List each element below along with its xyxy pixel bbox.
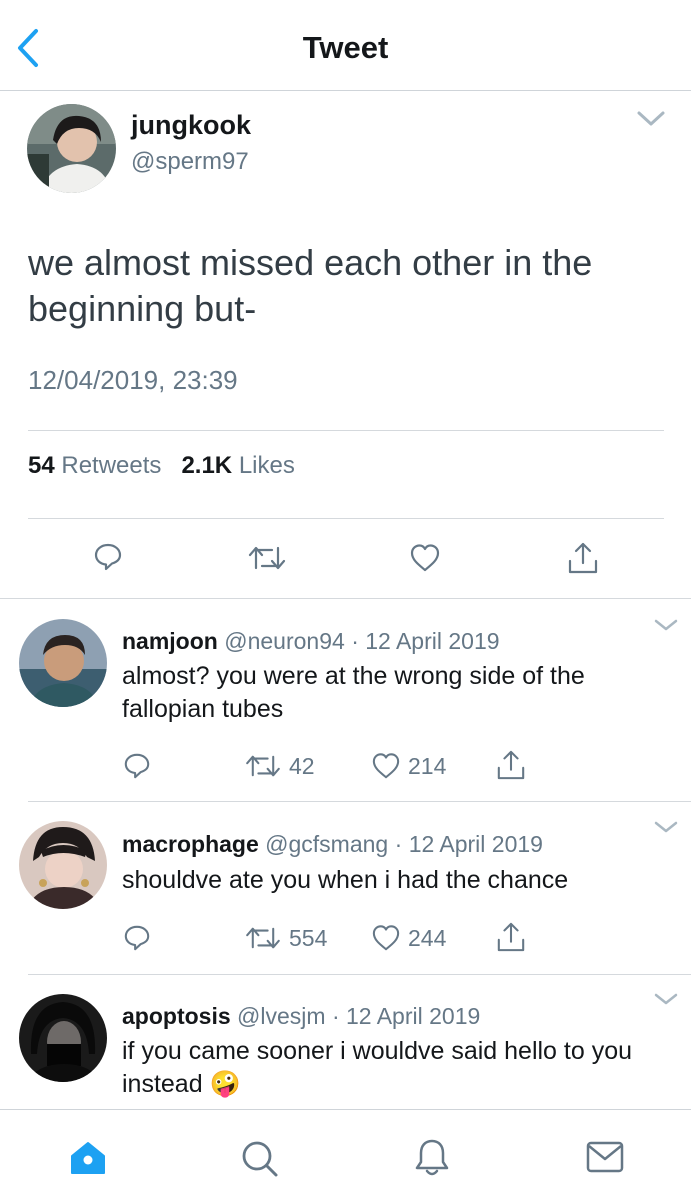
page-title: Tweet — [302, 30, 389, 65]
chevron-down-icon[interactable] — [653, 819, 679, 835]
chevron-down-icon[interactable] — [653, 617, 679, 633]
retweet-count: 54 — [28, 452, 55, 479]
author-name[interactable]: jungkook — [131, 110, 251, 141]
reply-author-name[interactable]: namjoon — [122, 628, 218, 654]
notifications-icon[interactable] — [414, 1137, 450, 1179]
tweet-timestamp: 12/04/2019, 23:39 — [28, 365, 238, 395]
share-icon[interactable] — [496, 921, 526, 953]
retweet-count: 42 — [289, 753, 315, 779]
emoji: 🤪 — [209, 1070, 241, 1098]
reply-author-handle[interactable]: @gcfsmang — [265, 831, 388, 857]
reply-icon[interactable] — [122, 752, 152, 780]
like-label: Likes — [238, 452, 295, 479]
home-icon[interactable] — [69, 1140, 107, 1176]
author-handle[interactable]: @sperm97 — [131, 148, 249, 176]
retweet-stat[interactable]: 54 Retweets — [28, 452, 161, 479]
like-count: 214 — [408, 753, 447, 779]
reply-author-name[interactable]: apoptosis — [122, 1003, 231, 1029]
reply-text-block: if you came sooner i wouldve said hello … — [122, 1035, 662, 1101]
top-bar: Tweet — [0, 0, 691, 91]
divider — [28, 801, 691, 802]
reply-date: 12 April 2019 — [408, 831, 543, 857]
like-icon[interactable] — [410, 543, 440, 573]
avatar[interactable] — [19, 821, 107, 909]
avatar[interactable] — [19, 994, 107, 1082]
reply-icon[interactable] — [93, 542, 123, 572]
tweet-text: we almost missed each other in the begin… — [28, 242, 593, 329]
reply-date: 12 April 2019 — [365, 628, 500, 654]
share-icon[interactable] — [567, 541, 599, 575]
retweet-count: 554 — [289, 925, 328, 951]
like-count: 244 — [408, 925, 447, 951]
messages-icon[interactable] — [585, 1140, 625, 1174]
retweet-icon[interactable] — [245, 925, 281, 951]
like-stat[interactable]: 2.1K Likes — [181, 452, 294, 479]
reply-author-name[interactable]: macrophage — [122, 831, 259, 857]
separator-dot: · — [351, 628, 359, 654]
reply-header: namjoon @neuron94 · 12 April 2019 — [122, 628, 500, 655]
retweet-icon[interactable] — [248, 544, 286, 572]
divider — [0, 598, 691, 599]
reply-icon[interactable] — [122, 924, 152, 952]
avatar[interactable] — [19, 619, 107, 707]
reply-author-handle[interactable]: @neuron94 — [224, 628, 345, 654]
reply-text: almost? you were at the wrong side of th… — [122, 662, 585, 723]
avatar[interactable] — [27, 104, 116, 193]
share-icon[interactable] — [496, 749, 526, 781]
reply-header: macrophage @gcfsmang · 12 April 2019 — [122, 831, 543, 858]
reply-author-handle[interactable]: @lvesjm — [237, 1003, 326, 1029]
reply-text: if you came sooner i wouldve said hello … — [122, 1037, 633, 1098]
separator-dot: · — [331, 1003, 340, 1029]
reply-text: shouldve ate you when i had the chance — [122, 866, 569, 894]
divider — [28, 974, 691, 975]
reply-header: apoptosis @lvesjm · 12 April 2019 — [122, 1003, 480, 1030]
separator-dot: · — [394, 831, 403, 857]
retweet-label: Retweets — [61, 452, 162, 479]
like-icon[interactable] — [371, 752, 401, 780]
divider — [28, 430, 664, 431]
chevron-down-icon[interactable] — [636, 108, 666, 130]
bottom-tab-bar — [0, 1109, 691, 1201]
retweet-icon[interactable] — [245, 753, 281, 779]
divider — [28, 518, 664, 519]
reply-date: 12 April 2019 — [346, 1003, 481, 1029]
tweet-stats: 54 Retweets 2.1K Likes — [28, 452, 295, 480]
like-count: 2.1K — [181, 452, 233, 479]
like-icon[interactable] — [371, 924, 401, 952]
search-icon[interactable] — [240, 1139, 280, 1179]
chevron-down-icon[interactable] — [653, 991, 679, 1007]
